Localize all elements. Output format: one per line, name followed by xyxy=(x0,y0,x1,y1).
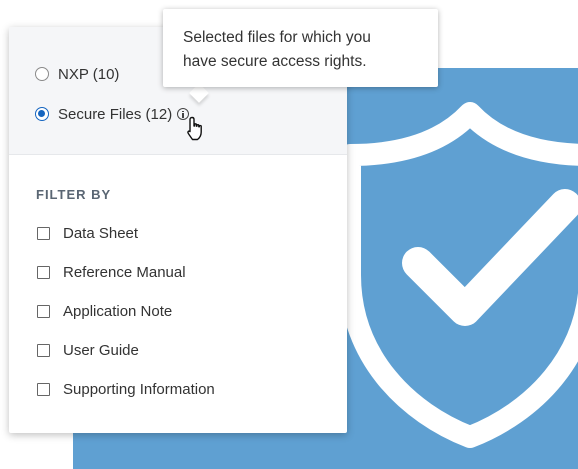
info-tooltip: Selected files for which you have secure… xyxy=(163,9,438,87)
filter-dropdown-panel: NXP (10) Secure Files (12) FILTER BY Dat… xyxy=(9,27,347,433)
radio-button-nxp[interactable] xyxy=(35,67,49,81)
checkbox-application-note[interactable] xyxy=(37,304,50,318)
radio-label-secure-files: Secure Files (12) xyxy=(58,105,173,123)
checkbox-supporting-information[interactable] xyxy=(37,382,50,396)
filter-label-user-guide: User Guide xyxy=(63,341,139,359)
checkbox-data-sheet[interactable] xyxy=(37,226,50,240)
hand-pointer-icon xyxy=(187,116,202,141)
checkbox-reference-manual[interactable] xyxy=(37,265,50,279)
filter-item-user-guide[interactable]: User Guide xyxy=(37,339,347,361)
filter-label-application-note: Application Note xyxy=(63,302,173,320)
filter-label-supporting-information: Supporting Information xyxy=(63,380,215,398)
checkbox-user-guide[interactable] xyxy=(37,343,50,357)
tooltip-line-1: Selected files for which you xyxy=(183,29,371,46)
radio-label-nxp: NXP (10) xyxy=(58,65,120,83)
filter-item-reference-manual[interactable]: Reference Manual xyxy=(37,261,347,283)
radio-button-secure-files[interactable] xyxy=(35,107,49,121)
tooltip-line-2: have secure access rights. xyxy=(183,53,367,70)
filter-label-reference-manual: Reference Manual xyxy=(63,263,186,281)
filter-item-application-note[interactable]: Application Note xyxy=(37,300,347,322)
filter-item-data-sheet[interactable]: Data Sheet xyxy=(37,222,347,244)
filter-title: FILTER BY xyxy=(36,187,112,202)
filter-item-supporting-information[interactable]: Supporting Information xyxy=(37,378,347,400)
shield-check-icon xyxy=(339,102,578,448)
filter-label-data-sheet: Data Sheet xyxy=(63,224,139,242)
filter-section: FILTER BY Data Sheet Reference Manual Ap… xyxy=(9,155,347,400)
